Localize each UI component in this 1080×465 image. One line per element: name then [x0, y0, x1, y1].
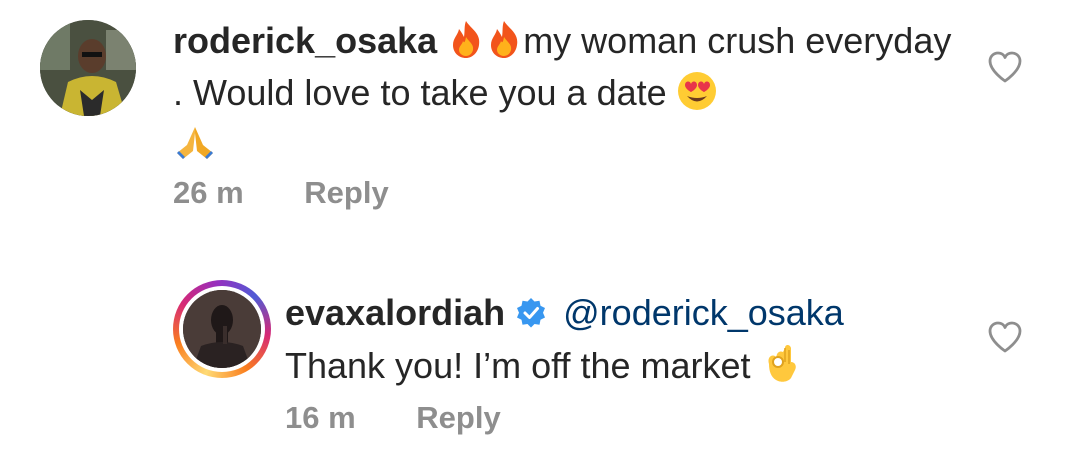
comment-username[interactable]: evaxalordiah — [285, 292, 505, 333]
ok-hand-emoji — [761, 340, 801, 395]
avatar-photo — [40, 20, 136, 116]
avatar — [183, 290, 261, 368]
heart-eyes-emoji — [677, 71, 717, 122]
avatar[interactable] — [40, 20, 136, 116]
mention-link[interactable]: @roderick_osaka — [563, 292, 844, 333]
comment-username[interactable]: roderick_osaka — [173, 20, 437, 61]
avatar-ring-gap — [179, 286, 265, 372]
avatar-photo — [183, 290, 261, 368]
like-heart-icon[interactable] — [986, 48, 1024, 86]
like-heart-icon[interactable] — [986, 318, 1024, 356]
reply-button[interactable]: Reply — [304, 175, 388, 210]
verified-badge-icon — [515, 294, 547, 340]
comment-meta: 16 m Reply — [285, 400, 501, 436]
reply-button[interactable]: Reply — [416, 400, 500, 435]
reply-comment: evaxalordiah @roderick_osaka Thank you! … — [0, 260, 1080, 465]
comment-body: evaxalordiah @roderick_osaka Thank you! … — [285, 290, 965, 395]
comment-body: roderick_osaka my woman crush everyday .… — [173, 18, 953, 174]
fire-emoji — [447, 19, 485, 70]
comment-timestamp: 26 m — [173, 175, 244, 210]
story-ring[interactable] — [173, 280, 271, 378]
comment-meta: 26 m Reply — [173, 175, 389, 211]
fire-emoji — [485, 19, 523, 70]
comment-text: Thank you! I’m off the market — [285, 345, 751, 386]
comment-timestamp: 16 m — [285, 400, 356, 435]
folded-hands-emoji — [173, 123, 217, 174]
comment: roderick_osaka my woman crush everyday .… — [0, 0, 1080, 240]
